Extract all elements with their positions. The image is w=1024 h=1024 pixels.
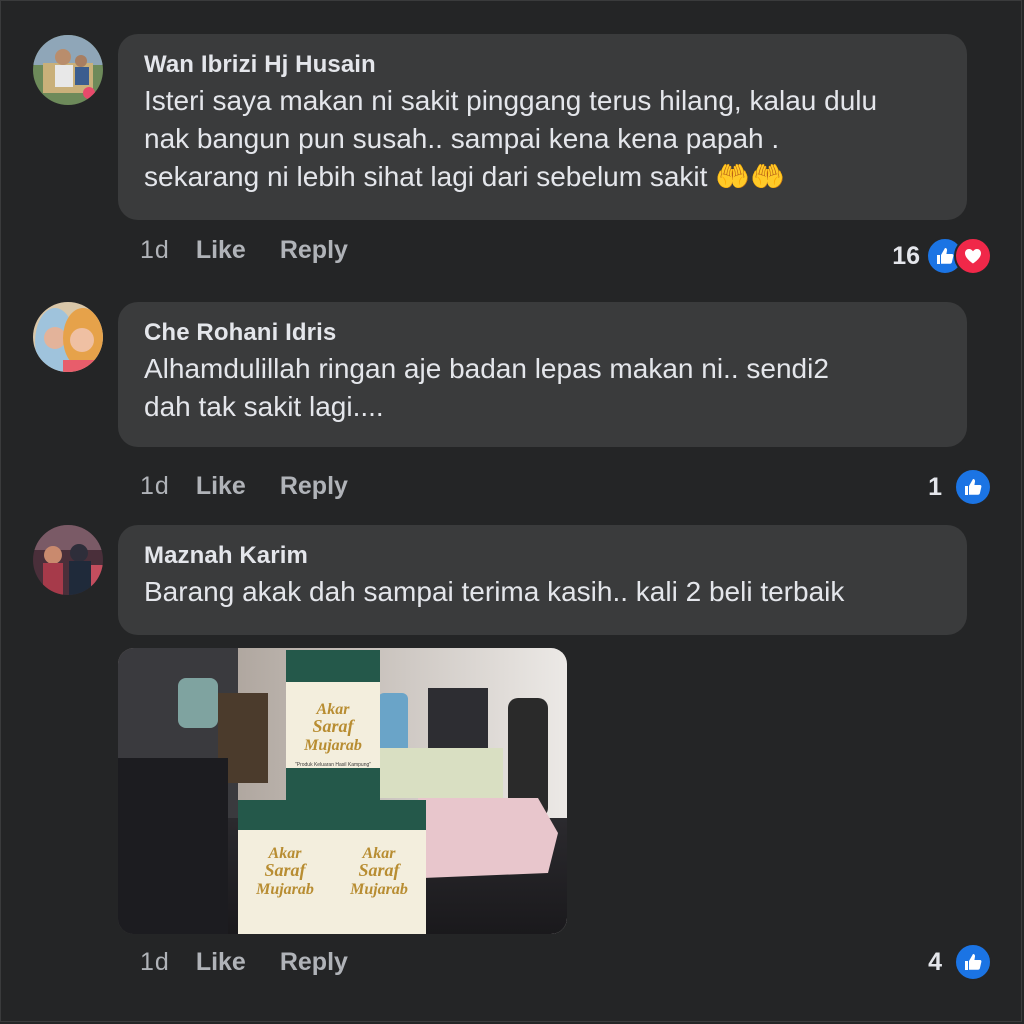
like-icon <box>954 943 992 981</box>
reaction-summary[interactable]: 4 <box>928 943 992 981</box>
comment-line: Isteri saya makan ni sakit pinggang teru… <box>144 85 878 116</box>
product-tagline: "Produk Keluaran Hasil Kampung" <box>295 762 371 768</box>
avatar[interactable] <box>33 302 103 372</box>
reaction-summary[interactable]: 1 <box>928 468 992 506</box>
like-button[interactable]: Like <box>196 236 246 265</box>
product-brand-text: Saraf <box>312 716 355 736</box>
product-brand-text: Saraf <box>358 860 401 880</box>
avatar[interactable] <box>33 525 103 595</box>
comment-author[interactable]: Wan Ibrizi Hj Husain <box>144 49 943 81</box>
comment-bubble: Wan Ibrizi Hj Husain Isteri saya makan n… <box>118 34 967 220</box>
love-icon <box>954 237 992 275</box>
reaction-count: 16 <box>892 241 920 270</box>
reply-button[interactable]: Reply <box>280 236 348 265</box>
comment-line: dah tak sakit lagi.... <box>144 391 384 422</box>
comment-line: Alhamdulillah ringan aje badan lepas mak… <box>144 353 829 384</box>
reply-button[interactable]: Reply <box>280 948 348 977</box>
comment-text: Barang akak dah sampai terima kasih.. ka… <box>144 573 943 611</box>
product-brand-text: Mujarab <box>303 737 362 754</box>
product-brand-text: Saraf <box>264 860 307 880</box>
like-button[interactable]: Like <box>196 948 246 977</box>
avatar[interactable] <box>33 35 103 105</box>
comment-actions: 1d Like Reply <box>140 236 382 265</box>
timestamp[interactable]: 1d <box>140 948 170 977</box>
comment-line-text: sekarang ni lebih sihat lagi dari sebelu… <box>144 161 708 192</box>
like-button[interactable]: Like <box>196 472 246 501</box>
reaction-count: 1 <box>928 472 942 501</box>
comment-line: sekarang ni lebih sihat lagi dari sebelu… <box>144 158 943 196</box>
comment-bubble: Che Rohani Idris Alhamdulillah ringan aj… <box>118 302 967 447</box>
reaction-count: 4 <box>928 947 942 976</box>
comment-author[interactable]: Maznah Karim <box>144 540 943 572</box>
comment-author[interactable]: Che Rohani Idris <box>144 317 943 349</box>
product-brand-text: Mujarab <box>255 881 314 898</box>
comment-text: Alhamdulillah ringan aje badan lepas mak… <box>144 350 943 426</box>
comment-line: Barang akak dah sampai terima kasih.. ka… <box>144 576 845 607</box>
comment-actions: 1d Like Reply <box>140 472 382 501</box>
reply-button[interactable]: Reply <box>280 472 348 501</box>
open-hands-emoji: 🤲🤲 <box>715 161 785 192</box>
comment-bubble: Maznah Karim Barang akak dah sampai teri… <box>118 525 967 635</box>
comment-line: nak bangun pun susah.. sampai kena kena … <box>144 123 780 154</box>
timestamp[interactable]: 1d <box>140 236 170 265</box>
product-brand-text: Mujarab <box>349 881 408 898</box>
comment-photo[interactable]: Akar Saraf Mujarab Akar Saraf Mujarab Ak… <box>118 648 567 934</box>
comment-text: Isteri saya makan ni sakit pinggang teru… <box>144 82 943 196</box>
reaction-summary[interactable]: 16 <box>892 237 992 275</box>
comment-actions: 1d Like Reply <box>140 948 382 977</box>
timestamp[interactable]: 1d <box>140 472 170 501</box>
like-icon <box>954 468 992 506</box>
